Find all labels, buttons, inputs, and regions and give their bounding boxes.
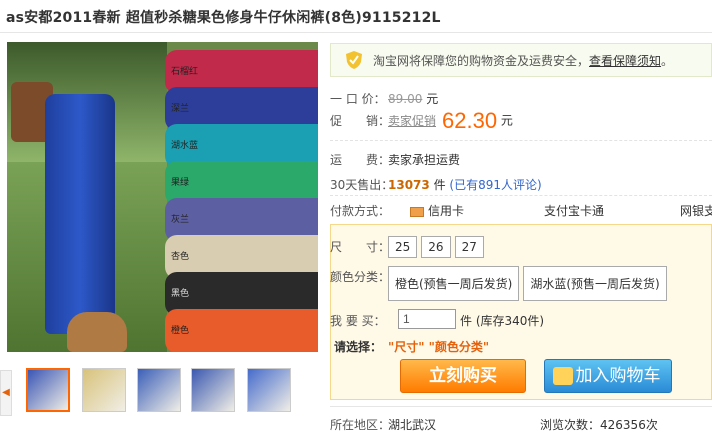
size-label: 尺 寸： xyxy=(330,240,391,254)
pant-color-label: 黑色 xyxy=(171,289,190,299)
add-to-cart-button[interactable]: 加入购物车 xyxy=(544,359,672,393)
thumbnail[interactable] xyxy=(26,368,70,412)
pant-color-label: 果绿 xyxy=(171,178,190,188)
cart-icon xyxy=(553,367,573,385)
views-label: 浏览次数： xyxy=(540,418,601,432)
thumbnail[interactable] xyxy=(82,368,126,412)
credit-card-option[interactable]: 信用卡 xyxy=(410,202,464,219)
credit-card-icon xyxy=(410,206,424,217)
header-divider xyxy=(0,32,712,33)
guarantee-banner: 淘宝网将保障您的购物资金及运费安全，查看保障须知。 xyxy=(330,43,712,77)
color-option[interactable]: 湖水蓝(预售一周后发货) xyxy=(523,266,667,301)
promo-price: 62.30 xyxy=(442,108,498,133)
guarantee-link[interactable]: 查看保障须知 xyxy=(589,54,661,68)
shipping-value: 卖家承担运费 xyxy=(388,153,461,167)
buy-now-button[interactable]: 立刻购买 xyxy=(400,359,526,393)
stock-text: 件 (库存340件) xyxy=(460,314,545,328)
pant-color-label: 深兰 xyxy=(171,104,190,114)
choose-label: 请选择： xyxy=(333,340,382,354)
folded-pant: 橙色 xyxy=(165,309,318,352)
views-value: 426356次 xyxy=(600,418,658,432)
thumbnail-prev-arrow[interactable]: ◀ xyxy=(0,370,12,416)
alipay-card-option[interactable]: 支付宝卡通 xyxy=(544,202,604,219)
shield-icon xyxy=(346,51,362,69)
model-jeans-illustration xyxy=(45,94,115,334)
pant-color-label: 灰兰 xyxy=(171,215,190,225)
promo-label: 促 销： xyxy=(330,113,391,128)
payment-label: 付款方式： xyxy=(330,204,391,218)
folded-pants-stack: 石榴红深兰湖水蓝果绿灰兰杏色黑色橙色 xyxy=(165,42,318,352)
location-label: 所在地区： xyxy=(330,418,391,432)
payment-methods: 付款方式： 信用卡 支付宝卡通 网银支 xyxy=(330,198,712,222)
thumbnail-strip: ◀ xyxy=(0,362,318,424)
thumbnail[interactable] xyxy=(247,368,291,412)
guarantee-text: 淘宝网将保障您的购物资金及运费安全， xyxy=(373,53,590,68)
choose-hint: "尺寸" "颜色分类" xyxy=(388,340,490,354)
color-label: 颜色分类： xyxy=(330,270,391,284)
pant-color-label: 石榴红 xyxy=(171,67,199,77)
sold-label: 30天售出： xyxy=(330,178,394,192)
quantity-input[interactable] xyxy=(398,309,456,329)
bank-option[interactable]: 网银支 xyxy=(680,202,712,219)
size-option[interactable]: 26 xyxy=(421,236,451,258)
pant-color-label: 湖水蓝 xyxy=(171,141,199,151)
main-product-image[interactable]: 石榴红深兰湖水蓝果绿灰兰杏色黑色橙色 🔍 xyxy=(7,42,318,352)
pant-color-label: 橙色 xyxy=(171,326,190,336)
sold-count: 13073 xyxy=(388,178,430,192)
pant-color-label: 杏色 xyxy=(171,252,190,262)
product-title: as安都2011春新 超值秒杀糖果色修身牛仔休闲裤(8色)9115212L xyxy=(6,10,441,26)
shipping-label: 运 费： xyxy=(330,153,391,167)
size-option[interactable]: 27 xyxy=(454,236,484,258)
size-option[interactable]: 25 xyxy=(388,236,418,258)
shoe-illustration xyxy=(67,312,127,352)
thumbnail[interactable] xyxy=(191,368,235,412)
original-price: 89.00 xyxy=(388,92,423,106)
color-option[interactable]: 橙色(预售一周后发货) xyxy=(388,266,520,301)
review-count-link[interactable]: (已有891人评论) xyxy=(449,178,541,192)
price-label: 一 口 价： xyxy=(330,92,386,106)
location-value: 湖北武汉 xyxy=(388,418,437,432)
quantity-label: 我 要 买： xyxy=(330,314,386,328)
promo-tag[interactable]: 卖家促销 xyxy=(388,114,436,128)
thumbnail[interactable] xyxy=(137,368,181,412)
